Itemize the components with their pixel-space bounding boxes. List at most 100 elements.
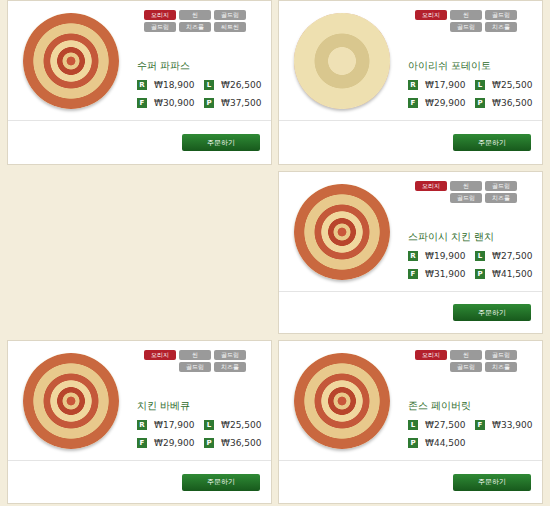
crust-tag[interactable]: 씬 [450,10,482,20]
crust-tags: 오리지씬골드링골드링치즈롤씨트씬 [136,10,246,32]
crust-tag[interactable]: 치즈롤 [485,193,517,203]
pizza-name: 아이리쉬 포테이토 [408,59,536,73]
card-footer: 주문하기 [279,121,542,164]
pizza-info: 오리지씬골드링골드링치즈롤아이리쉬 포테이토R₩17,900L₩25,500F₩… [404,1,542,120]
price: ₩36,500 [492,98,532,108]
size-badge: L [475,251,485,261]
pizza-icon [294,353,390,449]
crust-tag[interactable]: 골드링 [485,181,517,191]
price: ₩19,900 [425,251,465,261]
card-body: 오리지씬골드링골드링치즈롤치킨 바베큐R₩17,900L₩25,500F₩29,… [8,341,271,461]
price: ₩18,900 [154,80,194,90]
card-footer: 주문하기 [8,121,271,164]
crust-tag[interactable]: 골드링 [214,10,246,20]
price-item: F ₩30,900 [137,98,204,108]
crust-tag[interactable]: 오리지 [144,350,176,360]
size-badge: L [475,80,485,90]
price-item: R ₩17,900 [137,420,204,430]
price-list: R₩17,900L₩25,500F₩29,900P₩36,500 [408,80,536,108]
size-badge: F [408,269,418,279]
crust-tag[interactable]: 골드링 [450,362,482,372]
crust-tag[interactable]: 오리지 [144,10,176,20]
price: ₩44,500 [425,438,465,448]
crust-tag[interactable]: 치즈롤 [179,22,211,32]
size-badge: P [475,269,485,279]
price-item: F ₩31,900 [408,269,475,279]
pizza-card: 오리지씬골드링골드링치즈롤치킨 바베큐R₩17,900L₩25,500F₩29,… [7,340,272,504]
crust-tag[interactable]: 오리지 [415,350,447,360]
size-badge: R [137,80,147,90]
crust-tag[interactable]: 씬 [450,350,482,360]
crust-tag[interactable]: 골드링 [450,22,482,32]
size-badge: P [204,438,214,448]
pizza-photo [279,341,404,460]
price: ₩36,500 [221,438,261,448]
price-item: F₩29,900 [137,438,204,448]
order-button[interactable]: 주문하기 [453,134,531,151]
crust-tags: 오리지씬골드링골드링치즈롤 [407,10,517,32]
crust-tag[interactable]: 골드링 [485,350,517,360]
crust-tag[interactable]: 골드링 [179,362,211,372]
price: ₩17,900 [154,420,194,430]
price: ₩37,500 [221,98,261,108]
size-badge: P [204,98,214,108]
pizza-card: 오리지씬골드링골드링치즈롤존스 페이버릿L₩27,500F₩33,900P₩44… [278,340,543,504]
size-badge: F [475,420,485,430]
empty-slot [7,171,272,334]
price: ₩25,500 [492,80,532,90]
price: ₩30,900 [154,98,194,108]
size-badge: F [137,98,147,108]
crust-tag[interactable]: 씬 [179,350,211,360]
crust-tag[interactable]: 씬 [179,10,211,20]
pizza-card: 오리지씬골드링골드링치즈롤아이리쉬 포테이토R₩17,900L₩25,500F₩… [278,0,543,165]
crust-tag[interactable]: 골드링 [450,193,482,203]
crust-tag[interactable]: 오리지 [415,10,447,20]
crust-tag[interactable]: 골드링 [485,10,517,20]
price-item: P ₩36,500 [204,438,271,448]
pizza-icon [23,13,119,109]
price-item: L ₩26,500 [204,80,271,90]
size-badge: L [204,80,214,90]
price-item: P ₩36,500 [475,98,542,108]
pizza-info: 오리지씬골드링골드링치즈롤치킨 바베큐R₩17,900L₩25,500F₩29,… [133,341,271,460]
crust-tags: 오리지씬골드링골드링치즈롤 [407,181,517,203]
price-list: L₩27,500F₩33,900P₩44,500 [408,420,536,448]
crust-tag[interactable]: 씬 [450,181,482,191]
size-badge: L [408,420,418,430]
card-body: 오리지씬골드링골드링치즈롤아이리쉬 포테이토R₩17,900L₩25,500F₩… [279,1,542,121]
price: ₩31,900 [425,269,465,279]
order-button[interactable]: 주문하기 [453,474,531,491]
card-body: 오리지씬골드링골드링치즈롤스파이시 치킨 랜치R₩19,900L₩27,500F… [279,172,542,292]
price: ₩27,500 [492,251,532,261]
crust-tag[interactable]: 치즈롤 [485,362,517,372]
pizza-name: 존스 페이버릿 [408,399,536,413]
crust-tag[interactable]: 치즈롤 [485,22,517,32]
size-badge: R [137,420,147,430]
price-item: L ₩25,500 [475,80,542,90]
size-badge: F [408,98,418,108]
crust-tags: 오리지씬골드링골드링치즈롤 [136,350,246,372]
crust-tag[interactable]: 씨트씬 [214,22,246,32]
pizza-icon [294,13,390,109]
price-list: R₩17,900L₩25,500F₩29,900P₩36,500 [137,420,265,448]
pizza-icon [23,353,119,449]
card-footer: 주문하기 [8,461,271,503]
order-button[interactable]: 주문하기 [453,304,531,321]
crust-tag[interactable]: 오리지 [415,181,447,191]
price-item: L₩25,500 [204,420,271,430]
price-list: R₩19,900L₩27,500F₩31,900P₩41,500 [408,251,536,279]
price: ₩26,500 [221,80,261,90]
order-button[interactable]: 주문하기 [182,134,260,151]
price: ₩33,900 [492,420,532,430]
size-badge: P [475,98,485,108]
price-item: P ₩37,500 [204,98,271,108]
pizza-photo [8,341,133,460]
crust-tag[interactable]: 골드링 [144,22,176,32]
pizza-photo [279,1,404,120]
pizza-info: 오리지씬골드링골드링치즈롤존스 페이버릿L₩27,500F₩33,900P₩44… [404,341,542,460]
crust-tag[interactable]: 골드링 [214,350,246,360]
crust-tag[interactable]: 치즈롤 [214,362,246,372]
order-button[interactable]: 주문하기 [182,474,260,491]
pizza-card: 오리지씬골드링골드링치즈롤씨트씬수퍼 파파스R₩18,900L₩26,500F₩… [7,0,272,165]
price-item: L ₩27,500 [475,251,542,261]
